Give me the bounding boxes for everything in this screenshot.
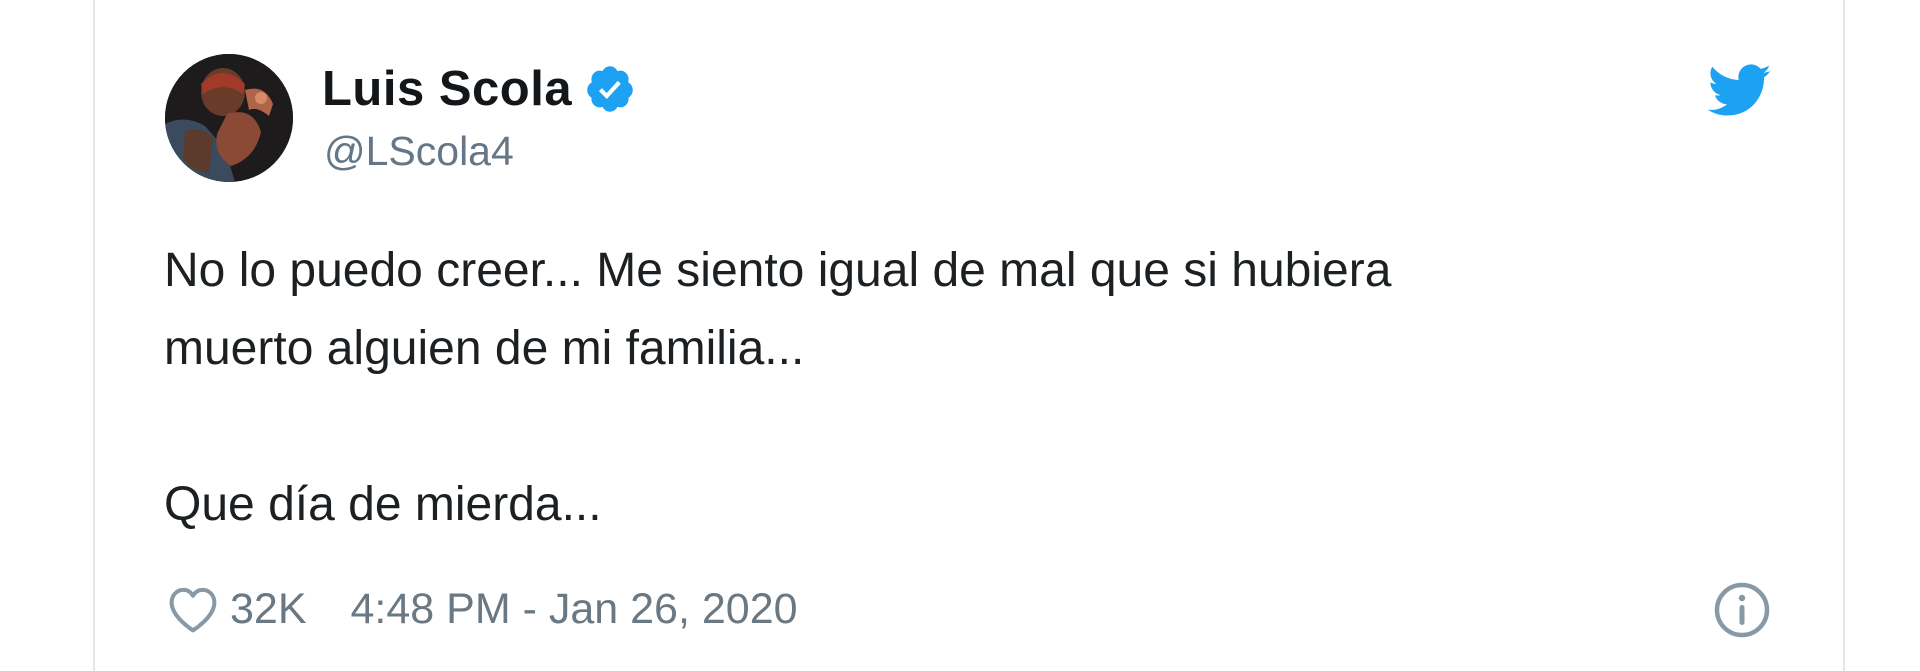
tweet-text-line-1: No lo puedo creer... Me siento igual de … — [164, 244, 1392, 297]
avatar-image — [165, 54, 293, 182]
verified-badge-icon — [587, 66, 633, 112]
author-handle[interactable]: @LScola4 — [324, 128, 514, 175]
tweet-text: No lo puedo creer... Me siento igual de … — [164, 232, 1714, 544]
page: Luis Scola @LScola4 No lo puedo creer...… — [0, 0, 1920, 671]
avatar[interactable] — [165, 54, 293, 182]
heart-icon[interactable] — [166, 584, 220, 634]
author-name-row[interactable]: Luis Scola — [322, 58, 636, 120]
tweet-text-line-2: muerto alguien de mi familia... — [164, 322, 805, 375]
tweet-text-line-3: Que día de mierda... — [164, 478, 602, 531]
twitter-bird-icon[interactable] — [1708, 64, 1772, 118]
like-count[interactable]: 32K — [230, 585, 307, 634]
tweet-footer: 32K 4:48 PM - Jan 26, 2020 — [166, 578, 798, 640]
tweet-timestamp[interactable]: 4:48 PM - Jan 26, 2020 — [351, 585, 798, 634]
author-display-name[interactable]: Luis Scola — [322, 61, 572, 117]
info-icon[interactable] — [1712, 580, 1772, 640]
